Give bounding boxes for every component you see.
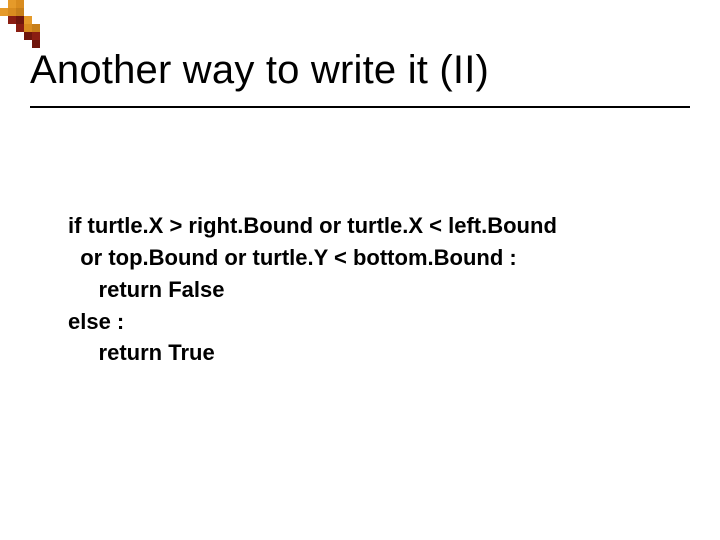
code-line-2: or top.Bound or turtle.Y < bottom.Bound … — [68, 245, 517, 270]
code-line-3: return False — [68, 277, 225, 302]
slide-title: Another way to write it (II) — [30, 48, 489, 93]
code-line-5: return True — [68, 340, 215, 365]
code-line-4: else : — [68, 309, 124, 334]
corner-logo — [0, 0, 48, 48]
code-line-1: if turtle.X > right.Bound or turtle.X < … — [68, 213, 557, 238]
title-underline — [30, 106, 690, 108]
code-block: if turtle.X > right.Bound or turtle.X < … — [68, 178, 557, 369]
